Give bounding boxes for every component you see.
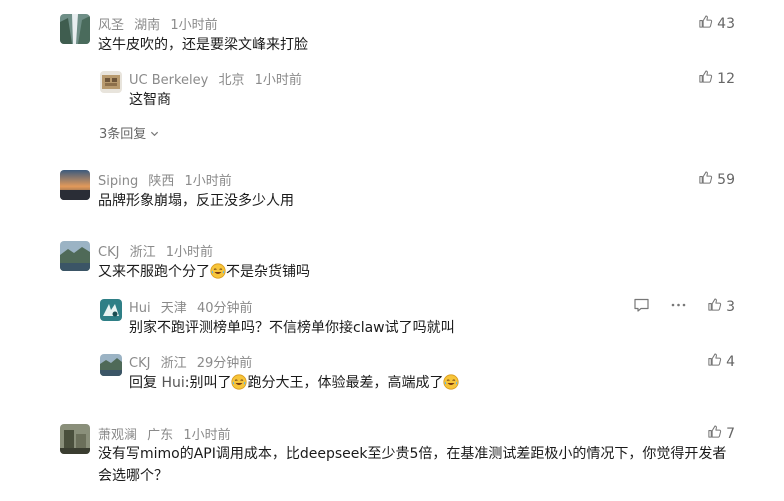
more-button[interactable] <box>670 297 687 317</box>
laughing-tears-emoji <box>443 374 460 390</box>
username[interactable]: 风圣 <box>98 18 124 33</box>
comment-time: 1小时前 <box>184 174 232 189</box>
comment-meta: Siping 陕西 1小时前 <box>98 170 232 189</box>
reply-text: 回复 Hui:别叫了 跑分大王，体验最差，高端成了 <box>129 372 460 394</box>
like-count: 12 <box>717 70 735 87</box>
comment-text: 这牛皮吹的，还是要梁文峰来打脸 <box>98 37 308 53</box>
laughing-tears-emoji <box>231 374 248 390</box>
reply-button[interactable] <box>633 297 650 317</box>
avatar[interactable] <box>100 299 122 321</box>
like-button[interactable]: 43 <box>698 14 735 33</box>
comment-text-part: 不是杂货铺吗 <box>226 264 310 280</box>
like-button[interactable]: 7 <box>707 424 735 443</box>
reply-text-part: :别叫了 <box>184 375 232 391</box>
comment-time: 40分钟前 <box>196 301 253 316</box>
username[interactable]: Siping <box>98 174 138 189</box>
user-location: 陕西 <box>148 174 175 189</box>
user-location: 浙江 <box>160 356 187 371</box>
expand-replies-label: 3条回复 <box>99 127 147 142</box>
username[interactable]: UC Berkeley <box>129 73 208 88</box>
reply-meta: UC Berkeley 北京 1小时前 <box>129 69 302 88</box>
comment-time: 1小时前 <box>165 245 214 260</box>
thumbs-up-icon <box>698 69 713 88</box>
user-location: 广东 <box>147 428 174 443</box>
like-count: 4 <box>726 353 735 370</box>
comment-time: 1小时前 <box>254 73 302 88</box>
reply-text-part: 跑分大王，体验最差，高端成了 <box>247 375 444 391</box>
like-button[interactable]: 59 <box>698 170 735 189</box>
avatar[interactable] <box>60 170 90 200</box>
comment-section: 风圣 湖南 1小时前 这牛皮吹的，还是要梁文峰来打脸 43 UC Berkele… <box>0 0 784 501</box>
reply-meta: CKJ 浙江 29分钟前 <box>129 352 252 371</box>
reply-text: 别家不跑评测榜单吗？不信榜单你接claw试了吗就叫 <box>129 320 455 336</box>
username[interactable]: 萧观澜 <box>98 428 137 443</box>
comment-text: 又来不服跑个分了 不是杂货铺吗 <box>98 261 310 283</box>
thumbs-up-icon <box>698 170 713 189</box>
user-location: 北京 <box>218 73 245 88</box>
reply-to-username[interactable]: Hui <box>161 375 184 391</box>
avatar[interactable] <box>60 424 90 454</box>
thumbs-up-icon <box>707 424 722 443</box>
username[interactable]: CKJ <box>129 356 150 371</box>
like-button[interactable]: 4 <box>707 352 735 371</box>
avatar[interactable] <box>60 14 90 44</box>
comment-meta: 风圣 湖南 1小时前 <box>98 14 218 33</box>
like-button[interactable]: 3 <box>707 297 735 316</box>
comment-icon <box>633 298 650 317</box>
reply-text: 这智商 <box>129 92 171 108</box>
laughing-tears-emoji <box>210 263 226 279</box>
like-button[interactable]: 12 <box>698 69 735 88</box>
reply-prefix: 回复 <box>129 375 162 391</box>
comment-text: 没有写mimo的API调用成本，比deepseek至少贵5倍，在基准测试差距极小… <box>98 446 727 484</box>
user-location: 天津 <box>160 301 187 316</box>
comment-time: 29分钟前 <box>196 356 253 371</box>
like-count: 3 <box>726 298 735 315</box>
comment-time: 1小时前 <box>183 428 231 443</box>
comment-text-part: 又来不服跑个分了 <box>98 264 210 280</box>
username[interactable]: Hui <box>129 301 151 316</box>
avatar[interactable] <box>60 241 90 271</box>
user-location: 湖南 <box>134 18 161 33</box>
comment-text: 品牌形象崩塌，反正没多少人用 <box>98 193 294 209</box>
more-dots-icon <box>670 298 687 317</box>
like-count: 7 <box>726 425 735 442</box>
like-count: 43 <box>717 15 735 32</box>
comment-meta: 萧观澜 广东 1小时前 <box>98 424 231 443</box>
thumbs-up-icon <box>707 352 722 371</box>
avatar[interactable] <box>100 354 122 376</box>
like-count: 59 <box>717 171 735 188</box>
username[interactable]: CKJ <box>98 245 119 260</box>
avatar[interactable] <box>100 71 122 93</box>
thumbs-up-icon <box>698 14 713 33</box>
reply-meta: Hui 天津 40分钟前 <box>129 297 252 316</box>
expand-replies-button[interactable]: 3条回复 <box>99 123 159 142</box>
chevron-down-icon <box>150 127 159 142</box>
user-location: 浙江 <box>129 245 156 260</box>
thumbs-up-icon <box>707 297 722 316</box>
comment-time: 1小时前 <box>170 18 218 33</box>
comment-meta: CKJ 浙江 1小时前 <box>98 241 213 260</box>
